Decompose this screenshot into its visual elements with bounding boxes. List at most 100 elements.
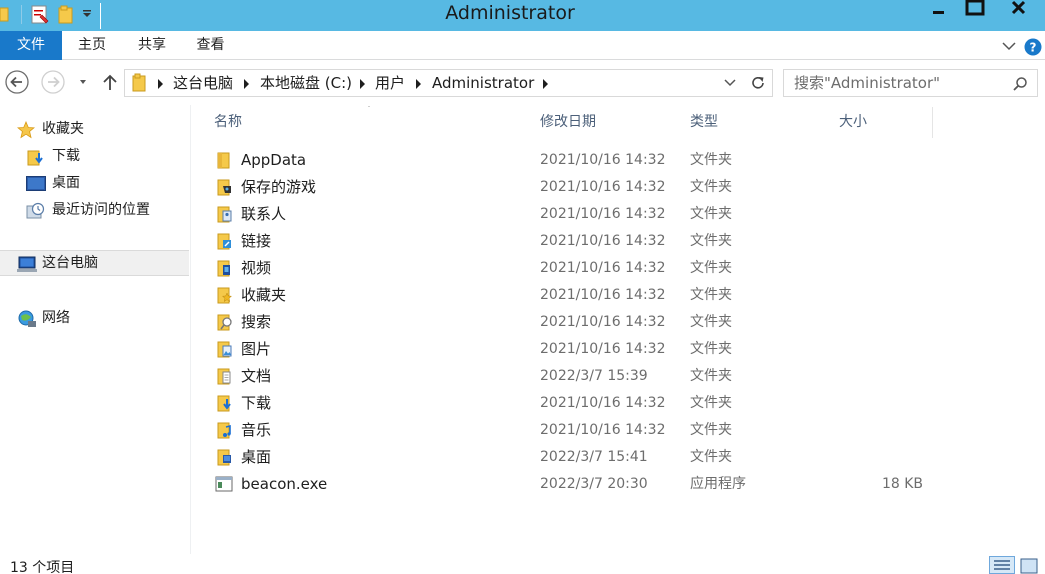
file-type: 文件夹: [690, 233, 732, 249]
close-button[interactable]: [992, 0, 1045, 20]
column-header-name[interactable]: 名称: [207, 107, 534, 138]
file-name: 保存的游戏: [241, 178, 317, 196]
file-name: 音乐: [241, 421, 272, 439]
file-row[interactable]: 音乐 2021/10/16 14:32 文件夹: [191, 417, 1045, 444]
file-name: 搜索: [241, 313, 272, 331]
file-name: 联系人: [241, 205, 287, 223]
recent-locations-button[interactable]: [74, 68, 92, 96]
nav-item-favorites[interactable]: 收藏夹: [0, 116, 189, 142]
column-header-type[interactable]: 类型: [683, 107, 833, 138]
file-date-modified: 2022/3/7 15:41: [540, 449, 648, 465]
refresh-icon[interactable]: [749, 74, 767, 92]
maximize-button[interactable]: [958, 0, 992, 20]
file-date-modified: 2021/10/16 14:32: [540, 341, 666, 357]
nav-item-label: 网络: [42, 310, 70, 326]
file-row[interactable]: 链接 2021/10/16 14:32 文件夹: [191, 228, 1045, 255]
file-name: 收藏夹: [241, 286, 287, 304]
file-type: 文件夹: [690, 341, 732, 357]
file-row[interactable]: 联系人 2021/10/16 14:32 文件夹: [191, 201, 1045, 228]
nav-item-desktop[interactable]: 桌面: [0, 170, 189, 196]
nav-item-label: 桌面: [52, 175, 80, 191]
exe-file-icon: [215, 476, 233, 492]
back-button[interactable]: [4, 68, 32, 96]
file-row[interactable]: AppData 2021/10/16 14:32 文件夹: [191, 147, 1045, 174]
help-icon[interactable]: ?: [1023, 37, 1043, 57]
back-arrow-icon: [5, 70, 29, 94]
address-bar[interactable]: 这台电脑 本地磁盘 (C:) 用户 Administrator: [124, 69, 773, 97]
recent-places-icon: [26, 202, 45, 219]
file-row[interactable]: 桌面 2022/3/7 15:41 文件夹: [191, 444, 1045, 471]
breadcrumb-this-pc[interactable]: 这台电脑: [173, 70, 233, 96]
tab-file[interactable]: 文件: [0, 31, 62, 60]
file-row[interactable]: 图片 2021/10/16 14:32 文件夹: [191, 336, 1045, 363]
downloads-folder-icon: [27, 150, 43, 166]
column-header-date-modified[interactable]: 修改日期: [533, 107, 684, 138]
network-icon: [18, 310, 36, 327]
search-placeholder: 搜索"Administrator": [794, 74, 941, 92]
nav-item-label: 最近访问的位置: [52, 202, 150, 218]
file-name: 链接: [241, 232, 272, 250]
breadcrumb-separator[interactable]: [360, 79, 365, 89]
nav-item-label: 下载: [52, 148, 80, 164]
nav-item-downloads[interactable]: 下载: [0, 143, 189, 169]
tab-view[interactable]: 查看: [182, 31, 239, 60]
breadcrumb-administrator[interactable]: Administrator: [432, 70, 534, 96]
tab-home[interactable]: 主页: [62, 31, 122, 60]
downloads-folder-icon: [217, 395, 231, 412]
file-date-modified: 2022/3/7 15:39: [540, 368, 648, 384]
svg-text:?: ?: [1030, 41, 1037, 55]
column-header-label: 修改日期: [540, 114, 596, 130]
videos-folder-icon: [217, 260, 230, 277]
music-folder-icon: [217, 422, 231, 439]
large-icons-view-icon: [1020, 558, 1038, 574]
large-icons-view-button[interactable]: [1018, 556, 1044, 574]
file-date-modified: 2021/10/16 14:32: [540, 260, 666, 276]
file-type: 文件夹: [690, 368, 732, 384]
tab-share[interactable]: 共享: [122, 31, 182, 60]
breadcrumb-separator[interactable]: [543, 79, 548, 89]
file-type: 文件夹: [690, 314, 732, 330]
up-button[interactable]: [98, 68, 122, 96]
search-input[interactable]: 搜索"Administrator": [783, 69, 1038, 97]
nav-item-recent-places[interactable]: 最近访问的位置: [0, 197, 189, 223]
file-row[interactable]: beacon.exe 2022/3/7 20:30 应用程序 18 KB: [191, 471, 1045, 498]
file-date-modified: 2021/10/16 14:32: [540, 206, 666, 222]
file-type: 文件夹: [690, 449, 732, 465]
file-date-modified: 2022/3/7 20:30: [540, 476, 648, 492]
search-icon[interactable]: [1012, 76, 1028, 92]
breadcrumb-separator[interactable]: [244, 79, 249, 89]
file-row[interactable]: 下载 2021/10/16 14:32 文件夹: [191, 390, 1045, 417]
column-header-size[interactable]: 大小: [832, 107, 933, 138]
file-row[interactable]: 视频 2021/10/16 14:32 文件夹: [191, 255, 1045, 282]
breadcrumb-separator[interactable]: [416, 79, 421, 89]
file-row[interactable]: 搜索 2021/10/16 14:32 文件夹: [191, 309, 1045, 336]
breadcrumb-local-disk[interactable]: 本地磁盘 (C:): [260, 70, 352, 96]
nav-item-label: 收藏夹: [42, 121, 84, 137]
chevron-down-icon[interactable]: [1000, 37, 1018, 55]
chevron-down-icon: [80, 80, 86, 84]
file-type: 应用程序: [690, 476, 746, 492]
details-view-button[interactable]: [989, 556, 1015, 574]
links-folder-icon: [217, 233, 231, 250]
breadcrumb-users[interactable]: 用户: [375, 70, 405, 96]
file-row[interactable]: 文档 2022/3/7 15:39 文件夹: [191, 363, 1045, 390]
file-name: beacon.exe: [241, 475, 328, 493]
forward-button[interactable]: [40, 68, 68, 96]
nav-item-network[interactable]: 网络: [0, 305, 189, 331]
nav-item-this-pc[interactable]: 这台电脑: [0, 250, 189, 276]
file-row[interactable]: 保存的游戏 2021/10/16 14:32 文件夹: [191, 174, 1045, 201]
file-row[interactable]: 收藏夹 2021/10/16 14:32 文件夹: [191, 282, 1045, 309]
file-name: 文档: [241, 367, 272, 385]
folder-icon: [217, 152, 230, 169]
ribbon: 文件 主页 共享 查看 ?: [0, 31, 1045, 60]
minimize-icon: [933, 11, 944, 14]
forward-arrow-icon: [41, 70, 65, 94]
address-history-dropdown-icon[interactable]: [723, 76, 737, 90]
breadcrumb-separator[interactable]: [158, 79, 163, 89]
file-type: 文件夹: [690, 287, 732, 303]
file-type: 文件夹: [690, 179, 732, 195]
file-name: 桌面: [241, 448, 272, 466]
minimize-button[interactable]: [919, 0, 958, 20]
file-date-modified: 2021/10/16 14:32: [540, 152, 666, 168]
computer-icon: [17, 256, 37, 272]
